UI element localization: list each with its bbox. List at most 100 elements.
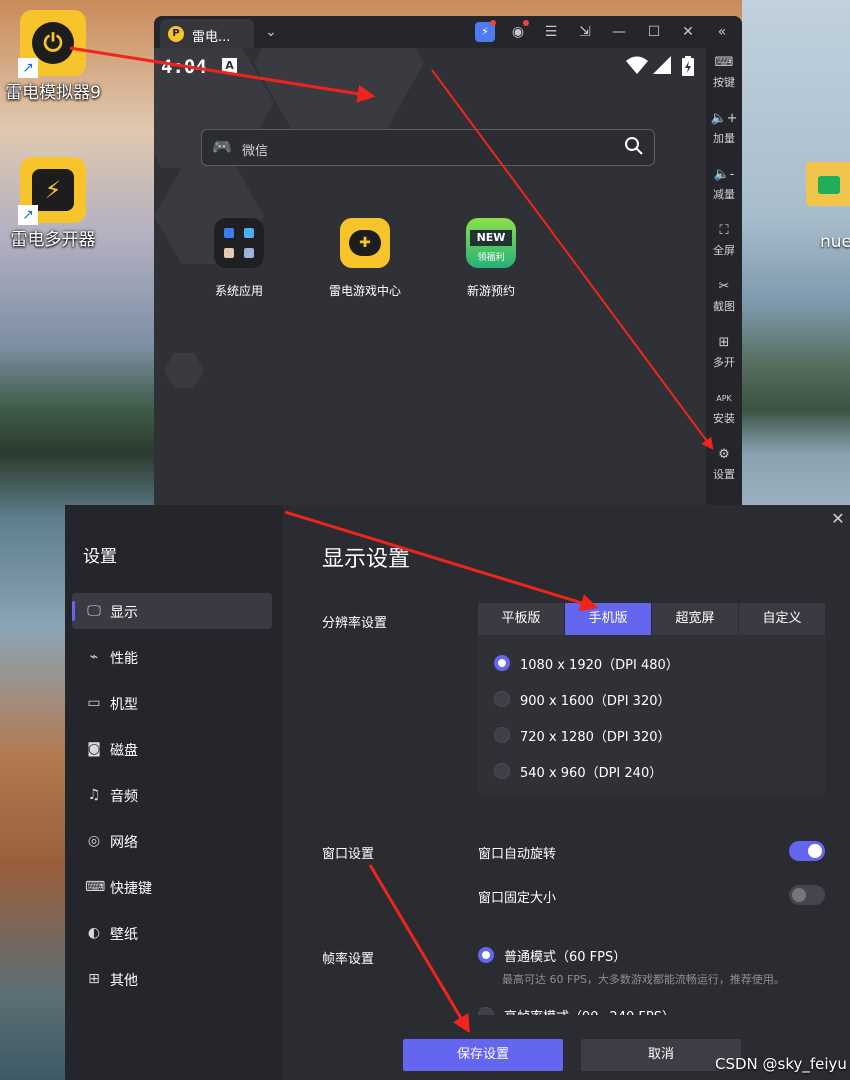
disk-icon: ◙ — [87, 741, 101, 757]
multi-open-icon: ⊞ — [718, 335, 730, 350]
sidebar-label: 按键 — [713, 76, 735, 89]
nav-item-display[interactable]: 🖵 显示 — [72, 593, 272, 629]
nav-item-shortcuts[interactable]: ⌨ 快捷键 — [72, 869, 272, 905]
search-placeholder: 微信 — [242, 144, 269, 159]
search-icon[interactable] — [624, 136, 644, 156]
app-system-apps[interactable]: 系统应用 — [189, 218, 289, 299]
notification-dot — [490, 20, 496, 26]
tab-ultrawide[interactable]: 超宽屏 — [652, 603, 739, 635]
desktop-icon-ldplayer[interactable]: ⏻ ↗ 雷电模拟器9 — [0, 10, 108, 103]
settings-gear-icon: ⚙ — [718, 447, 730, 462]
app-label: 雷电游戏中心 — [328, 284, 401, 298]
emulator-titlebar: P 雷电... ⌄ ⚡ ◉ ☰ ⇲ — ☐ ✕ « — [154, 16, 742, 48]
sidebar-item-install[interactable]: APK 安装 — [706, 390, 742, 426]
audio-icon: ♫ — [87, 787, 101, 803]
signal-icon — [653, 56, 671, 79]
desktop-icon-multi-instance[interactable]: ⚡ ↗ 雷电多开器 — [0, 157, 108, 250]
nav-label: 音频 — [110, 789, 138, 805]
nav-item-wallpaper[interactable]: ◐ 壁纸 — [72, 915, 272, 951]
sidebar-item-settings[interactable]: ⚙ 设置 — [706, 446, 742, 482]
emulator-window: P 雷电... ⌄ ⚡ ◉ ☰ ⇲ — ☐ ✕ « 4:04 A 🎮 微信 系统… — [154, 16, 742, 506]
sidebar-item-volume-down[interactable]: 🔈- 减量 — [706, 166, 742, 202]
sidebar-label: 减量 — [713, 188, 735, 201]
section-title: 显示设置 — [322, 547, 411, 572]
radio-unselected[interactable] — [494, 727, 510, 743]
sidebar-item-multi-open[interactable]: ⊞ 多开 — [706, 334, 742, 370]
settings-nav: 设置 🖵 显示 ⌁ 性能 ▭ 机型 ◙ 磁盘 ♫ 音频 ◎ 网络 ⌨ 快捷键 ◐… — [65, 505, 283, 1080]
fps-mode-option-clipped[interactable]: 高帧率模式（90~240 FPS） — [478, 1005, 778, 1015]
search-bar[interactable]: 🎮 微信 — [201, 129, 655, 166]
ldplayer-logo-icon: P — [168, 26, 184, 42]
battery-icon — [682, 56, 694, 81]
nav-item-disk[interactable]: ◙ 磁盘 — [72, 731, 272, 767]
radio-unselected[interactable] — [494, 691, 510, 707]
sidebar-label: 截图 — [713, 300, 735, 313]
radio-selected[interactable] — [478, 947, 494, 963]
auto-rotate-label: 窗口自动旋转 — [478, 847, 557, 862]
resolution-tabs: 平板版 手机版 超宽屏 自定义 — [478, 603, 825, 635]
minimize-to-tray-icon[interactable]: ⇲ — [575, 22, 595, 42]
shortcut-arrow-icon: ↗ — [18, 205, 38, 225]
emulator-tab[interactable]: P 雷电... — [160, 19, 254, 48]
nav-label: 壁纸 — [110, 927, 138, 943]
watermark: CSDN @sky_feiyu — [715, 1055, 847, 1073]
status-time: 4:04 — [161, 56, 207, 78]
sidebar-item-keymap[interactable]: ⌨ 按键 — [706, 54, 742, 90]
resolution-options: 1080 x 1920（DPI 480） 900 x 1600（DPI 320）… — [478, 635, 825, 795]
nav-label: 磁盘 — [110, 743, 138, 759]
emulator-sidebar: ⌨ 按键 🔈+ 加量 🔈- 减量 ⛶ 全屏 ✂ 截图 ⊞ 多开 APK 安装 ⚙ — [706, 48, 742, 506]
fps-settings-label: 帧率设置 — [322, 952, 375, 967]
nav-item-network[interactable]: ◎ 网络 — [72, 823, 272, 859]
radio-selected[interactable] — [494, 655, 510, 671]
shortcut-arrow-icon: ↗ — [18, 58, 38, 78]
app-label: 系统应用 — [214, 284, 263, 298]
sidebar-item-fullscreen[interactable]: ⛶ 全屏 — [706, 222, 742, 258]
nav-label: 机型 — [110, 697, 138, 713]
nav-item-device[interactable]: ▭ 机型 — [72, 685, 272, 721]
app-new-games[interactable]: NEW 领福利 新游预约 — [441, 218, 541, 299]
resolution-option-label: 900 x 1600（DPI 320） — [520, 694, 671, 709]
nav-item-other[interactable]: ⊞ 其他 — [72, 961, 272, 997]
ldplayer-icon: ⏻ ↗ — [18, 10, 86, 78]
resolution-option-label: 1080 x 1920（DPI 480） — [520, 658, 679, 673]
desktop-folder-icon[interactable] — [806, 162, 850, 214]
nav-label: 网络 — [110, 835, 138, 851]
fixed-size-label: 窗口固定大小 — [478, 891, 557, 906]
game-center-icon: ✚ — [340, 218, 390, 268]
auto-rotate-toggle[interactable] — [789, 841, 825, 861]
background-hexagon — [254, 48, 424, 138]
minimize-icon[interactable]: — — [609, 22, 629, 42]
palette-icon: ◐ — [87, 925, 101, 941]
resolution-option-label: 540 x 960（DPI 240） — [520, 766, 663, 781]
performance-icon: ⌁ — [89, 649, 99, 665]
nav-label: 其他 — [110, 973, 138, 989]
chevron-down-icon[interactable]: ⌄ — [261, 22, 281, 42]
desktop-folder-label: nue — [820, 232, 850, 252]
close-icon[interactable]: ✕ — [678, 22, 698, 42]
collapse-sidebar-icon[interactable]: « — [712, 22, 732, 42]
shortcut-keyboard-icon: ⌨ — [85, 879, 106, 895]
monitor-icon: 🖵 — [87, 603, 101, 619]
dialog-close-icon[interactable]: ✕ — [828, 509, 848, 529]
nav-item-performance[interactable]: ⌁ 性能 — [72, 639, 272, 675]
tab-custom[interactable]: 自定义 — [739, 603, 825, 635]
maximize-icon[interactable]: ☐ — [644, 22, 664, 42]
radio-unselected[interactable] — [494, 763, 510, 779]
sidebar-item-screenshot[interactable]: ✂ 截图 — [706, 278, 742, 314]
emulator-tab-title: 雷电... — [192, 30, 231, 45]
menu-icon[interactable]: ☰ — [541, 22, 561, 42]
notification-dot — [523, 20, 529, 26]
sidebar-item-volume-up[interactable]: 🔈+ 加量 — [706, 110, 742, 146]
tab-tablet[interactable]: 平板版 — [478, 603, 565, 635]
save-settings-button[interactable]: 保存设置 — [403, 1039, 563, 1071]
settings-title: 设置 — [83, 547, 117, 567]
nav-label: 性能 — [110, 651, 138, 667]
notification-a-icon: A — [222, 58, 237, 73]
radio-unselected[interactable] — [478, 1007, 494, 1015]
fullscreen-icon: ⛶ — [719, 223, 729, 238]
tab-phone[interactable]: 手机版 — [565, 603, 652, 635]
app-game-center[interactable]: ✚ 雷电游戏中心 — [315, 218, 415, 299]
nav-item-audio[interactable]: ♫ 音频 — [72, 777, 272, 813]
volume-up-icon: 🔈+ — [710, 111, 738, 126]
fixed-size-toggle[interactable] — [789, 885, 825, 905]
